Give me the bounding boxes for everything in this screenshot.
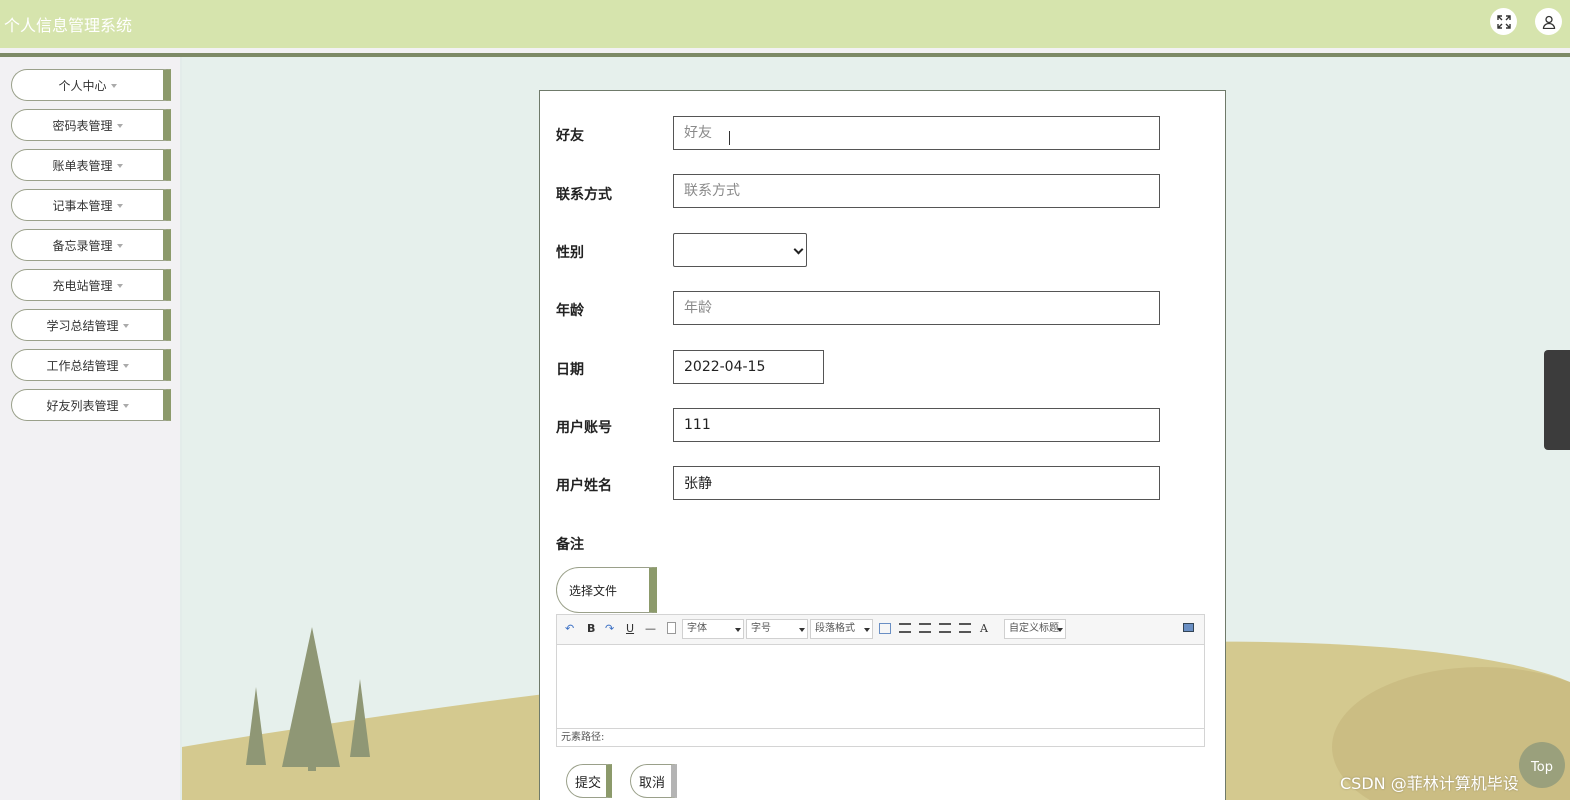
app-title: 个人信息管理系统 — [4, 16, 133, 35]
form-panel: 好友 联系方式 性别 年龄 日期 用户账号 用户姓名 备注 选择文件 ↶ B ↷… — [539, 90, 1226, 800]
rich-text-editor: ↶ B ↷ U — 字体 字号 段落格式 A 自定义标题 元素路径: — [556, 614, 1205, 747]
underline-button[interactable]: U — [626, 622, 634, 635]
align-center-icon[interactable] — [939, 623, 951, 633]
gender-label: 性别 — [556, 245, 584, 261]
document-icon[interactable] — [667, 622, 676, 634]
font-color-button[interactable]: A — [980, 622, 988, 635]
cancel-button[interactable]: 取消 — [630, 764, 677, 798]
expand-icon — [1496, 14, 1511, 29]
editor-toolbar: ↶ B ↷ U — 字体 字号 段落格式 A 自定义标题 — [557, 615, 1204, 645]
choose-file-button[interactable]: 选择文件 — [556, 567, 657, 613]
sidebar-item-label: 备忘录管理 — [52, 238, 113, 253]
align-justify-icon[interactable] — [959, 623, 971, 633]
dropdown-arrow-icon — [1057, 628, 1063, 632]
sidebar-item-label: 个人中心 — [58, 78, 107, 93]
chevron-down-icon — [793, 244, 804, 255]
gender-select[interactable] — [673, 233, 807, 267]
dropdown-arrow-icon — [799, 628, 805, 632]
font-family-select[interactable]: 字体 — [682, 619, 744, 639]
sidebar-item-charging[interactable]: 充电站管理 — [11, 269, 171, 301]
font-size-select[interactable]: 字号 — [746, 619, 808, 639]
sidebar-item-memo[interactable]: 备忘录管理 — [11, 229, 171, 261]
sidebar-item-personal-center[interactable]: 个人中心 — [11, 69, 171, 101]
caret-down-icon — [122, 324, 129, 328]
caret-down-icon — [116, 124, 123, 128]
sidebar-item-label: 记事本管理 — [52, 198, 113, 213]
account-label: 用户账号 — [556, 420, 612, 436]
remark-label: 备注 — [556, 537, 584, 553]
user-button[interactable] — [1535, 8, 1562, 35]
friend-label: 好友 — [556, 128, 584, 144]
side-panel-handle[interactable] — [1544, 350, 1570, 450]
top-header: 个人信息管理系统 — [0, 0, 1570, 48]
friend-input[interactable] — [673, 116, 1160, 150]
back-to-top-button[interactable]: Top — [1519, 742, 1565, 788]
paragraph-select[interactable]: 段落格式 — [810, 619, 873, 639]
sidebar-item-label: 账单表管理 — [52, 158, 113, 173]
caret-down-icon — [116, 204, 123, 208]
dropdown-arrow-icon — [735, 628, 741, 632]
custom-title-label: 自定义标题 — [1009, 623, 1059, 634]
font-family-label: 字体 — [687, 623, 707, 634]
sidebar-item-label: 学习总结管理 — [46, 318, 119, 333]
align-left-icon[interactable] — [899, 623, 911, 633]
watermark: CSDN @菲林计算机毕设 — [1340, 774, 1519, 793]
sidebar-item-bills[interactable]: 账单表管理 — [11, 149, 171, 181]
horizontal-rule-button[interactable]: — — [645, 622, 656, 635]
sidebar-item-study-summary[interactable]: 学习总结管理 — [11, 309, 171, 341]
date-input[interactable] — [673, 350, 824, 384]
account-input[interactable] — [673, 408, 1160, 442]
caret-down-icon — [110, 84, 117, 88]
align-right-icon[interactable] — [919, 623, 931, 633]
dropdown-arrow-icon — [864, 628, 870, 632]
contact-label: 联系方式 — [556, 187, 612, 203]
element-path: 元素路径: — [557, 728, 1204, 747]
text-cursor-icon — [729, 131, 731, 145]
sidebar-item-label: 好友列表管理 — [46, 398, 119, 413]
sidebar-item-work-summary[interactable]: 工作总结管理 — [11, 349, 171, 381]
contact-input[interactable] — [673, 174, 1160, 208]
user-icon — [1542, 15, 1555, 29]
fullscreen-editor-icon[interactable] — [1183, 623, 1194, 632]
paragraph-label: 段落格式 — [815, 623, 855, 634]
custom-title-select[interactable]: 自定义标题 — [1004, 619, 1066, 639]
font-size-label: 字号 — [751, 623, 771, 634]
table-icon[interactable] — [879, 623, 891, 634]
redo-icon[interactable]: ↷ — [605, 622, 614, 635]
sidebar-item-label: 密码表管理 — [52, 118, 113, 133]
caret-down-icon — [122, 364, 129, 368]
name-input[interactable] — [673, 466, 1160, 500]
date-label: 日期 — [556, 362, 584, 378]
caret-down-icon — [122, 404, 129, 408]
caret-down-icon — [116, 284, 123, 288]
sidebar-item-notebook[interactable]: 记事本管理 — [11, 189, 171, 221]
sidebar-item-label: 工作总结管理 — [46, 358, 119, 373]
sidebar-item-friends[interactable]: 好友列表管理 — [11, 389, 171, 421]
bold-button[interactable]: B — [587, 622, 595, 635]
age-label: 年龄 — [556, 303, 584, 319]
age-input[interactable] — [673, 291, 1160, 325]
name-label: 用户姓名 — [556, 478, 612, 494]
submit-button[interactable]: 提交 — [566, 764, 612, 798]
sidebar-item-label: 充电站管理 — [52, 278, 113, 293]
sidebar-item-password[interactable]: 密码表管理 — [11, 109, 171, 141]
caret-down-icon — [116, 244, 123, 248]
undo-icon[interactable]: ↶ — [565, 622, 574, 635]
editor-content-area[interactable] — [557, 646, 1204, 728]
sidebar: 个人中心 密码表管理 账单表管理 记事本管理 备忘录管理 充电站管理 学习总结管… — [0, 57, 182, 800]
caret-down-icon — [116, 164, 123, 168]
fullscreen-button[interactable] — [1490, 8, 1517, 35]
